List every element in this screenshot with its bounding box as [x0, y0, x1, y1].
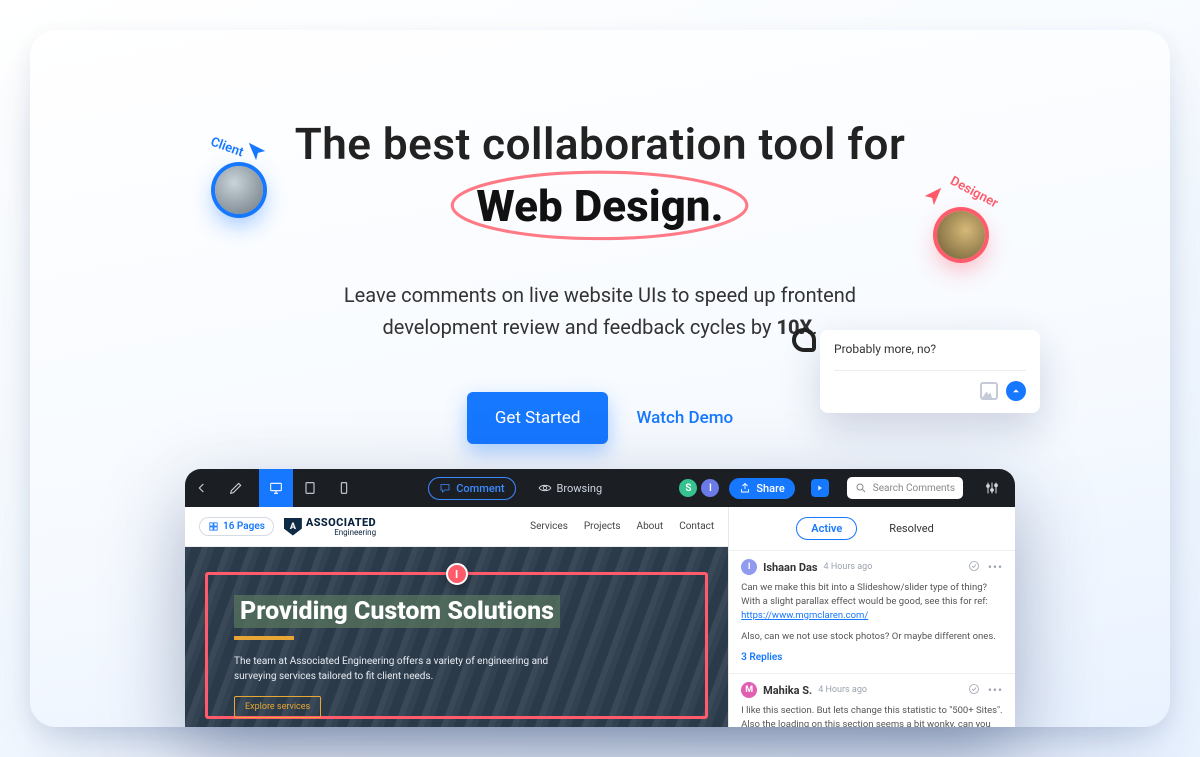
share-button[interactable]: Share [729, 478, 794, 499]
collaborator-avatar[interactable]: S [679, 479, 697, 497]
comment-body: Can we make this bit into a Slideshow/sl… [741, 581, 1003, 644]
website-preview-pane: 16 Pages A ASSOCIATED Engineering Servic… [185, 507, 728, 727]
preview-topbar: Comment Browsing S I Share Search Com [185, 469, 1015, 507]
site-nav: Services Projects About Contact [530, 521, 714, 532]
floating-comment-input[interactable]: Probably more, no? [820, 330, 1040, 413]
explore-services-button[interactable]: Explore services [234, 696, 321, 718]
send-comment-button[interactable] [1006, 381, 1026, 401]
comment-link[interactable]: https://www.mgmclaren.com/ [741, 610, 868, 621]
device-desktop-icon[interactable] [259, 469, 293, 507]
commenter-avatar: M [741, 682, 757, 698]
commenter-avatar: I [741, 559, 757, 575]
search-placeholder: Search Comments [873, 483, 955, 494]
replies-link[interactable]: 3 Replies [741, 652, 1003, 663]
cursor-icon [246, 140, 268, 162]
more-icon[interactable]: ••• [988, 683, 1003, 697]
site-header: 16 Pages A ASSOCIATED Engineering Servic… [185, 507, 728, 547]
resolve-icon[interactable] [968, 560, 980, 572]
comment-thread[interactable]: I Ishaan Das 4 Hours ago ••• Can we make… [729, 550, 1015, 673]
cursor-icon [922, 185, 944, 207]
browsing-mode-button[interactable]: Browsing [528, 477, 613, 499]
tab-active[interactable]: Active [796, 517, 857, 540]
back-icon[interactable] [185, 469, 219, 507]
settings-sliders-icon[interactable] [975, 469, 1009, 507]
commenter-name: Ishaan Das [763, 561, 817, 574]
hero-headline-line1: The best collaboration tool for [30, 118, 1170, 170]
comment-timestamp: 4 Hours ago [818, 685, 867, 695]
watch-demo-button[interactable]: Watch Demo [636, 408, 733, 428]
underline-accent [234, 636, 294, 640]
nav-link[interactable]: About [637, 521, 664, 532]
tab-resolved[interactable]: Resolved [875, 518, 948, 539]
nav-link[interactable]: Contact [679, 521, 714, 532]
nav-link[interactable]: Services [530, 521, 568, 532]
comment-body: I like this section. But lets change thi… [741, 704, 1003, 727]
selection-highlight[interactable]: I Providing Custom Solutions The team at… [205, 572, 708, 719]
edit-icon[interactable] [219, 469, 253, 507]
site-hero-body: The team at Associated Engineering offer… [234, 654, 574, 684]
comment-mode-button[interactable]: Comment [428, 477, 515, 500]
client-cursor-badge: Client [210, 140, 268, 214]
comments-panel: Active Resolved I Ishaan Das 4 Hours ago… [728, 507, 1015, 727]
comments-tabs: Active Resolved [729, 507, 1015, 550]
collaborator-avatar[interactable]: I [701, 479, 719, 497]
hero-subtitle-line1: Leave comments on live website UIs to sp… [30, 280, 1170, 310]
designer-cursor-badge: Designer [922, 185, 1000, 259]
comment-thread[interactable]: M Mahika S. 4 Hours ago ••• I like this … [729, 673, 1015, 727]
commenter-name: Mahika S. [763, 684, 812, 697]
hero-card: The best collaboration tool for Web Desi… [30, 30, 1170, 727]
resolve-icon[interactable] [968, 683, 980, 695]
site-logo: A ASSOCIATED Engineering [284, 516, 376, 536]
designer-avatar [937, 211, 985, 259]
nav-link[interactable]: Projects [584, 521, 621, 532]
get-started-button[interactable]: Get Started [467, 392, 609, 444]
selection-badge: I [446, 563, 468, 585]
client-avatar [215, 166, 263, 214]
device-tablet-icon[interactable] [293, 469, 327, 507]
site-hero-title: Providing Custom Solutions [234, 595, 560, 628]
search-comments-input[interactable]: Search Comments [847, 477, 963, 499]
hero-highlight-wrap: Web Design. [470, 180, 729, 232]
attach-image-icon[interactable] [980, 382, 998, 400]
expand-panel-button[interactable] [811, 479, 829, 497]
product-preview-window: Comment Browsing S I Share Search Com [185, 469, 1015, 727]
brand-logo-icon [792, 328, 816, 352]
floating-comment-text: Probably more, no? [834, 342, 1026, 371]
device-mobile-icon[interactable] [327, 469, 361, 507]
more-icon[interactable]: ••• [988, 560, 1003, 574]
hero-highlight-text: Web Design. [470, 180, 729, 232]
comment-timestamp: 4 Hours ago [824, 562, 873, 572]
pages-count-pill[interactable]: 16 Pages [199, 517, 274, 536]
site-hero-image: I Providing Custom Solutions The team at… [185, 547, 728, 727]
